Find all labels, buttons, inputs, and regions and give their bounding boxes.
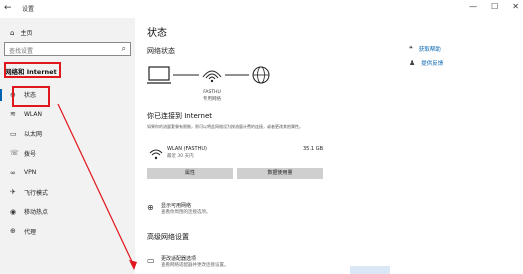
sidebar-item-vpn[interactable]: ∞ VPN [0, 163, 135, 183]
setting-title: 更改适配器选项 [161, 256, 197, 262]
sidebar-item-label: 代理 [24, 228, 37, 236]
give-feedback-link[interactable]: ♟ 提供反馈 [409, 56, 443, 70]
wlan-usage-row: WLAN (FASTHU) 最近 30 天内 35.1 GB [147, 146, 323, 164]
ethernet-icon: ▭ [10, 129, 17, 138]
setting-title: 显示可用网络 [161, 203, 192, 209]
airplane-icon: ✈ [10, 188, 16, 197]
show-available-networks[interactable]: ⊕ 显示可用网络 查看你周围的连接选项。 [147, 201, 347, 217]
get-help-link[interactable]: ❝ 获取帮助 [409, 42, 443, 56]
network-diagram: FASTHU 专用网络 [147, 66, 270, 102]
setting-subtitle: 查看网络适配器并更改连接设置。 [161, 263, 229, 268]
main-content: 状态 网络状态 FASTHU 专用网络 你已连接到 Internet 如果你的流… [135, 18, 523, 274]
back-arrow-icon[interactable]: ← [4, 3, 12, 13]
right-links: ❝ 获取帮助 ♟ 提供反馈 [409, 42, 443, 70]
home-icon: ⌂ [10, 28, 15, 37]
network-status-heading: 网络状态 [147, 47, 175, 55]
title-bar: ← 设置 — ☐ ✕ [0, 0, 523, 18]
adapter-icon: ▭ [147, 256, 155, 265]
network-type: 专用网络 [203, 95, 221, 102]
sidebar-item-label: 飞行模式 [24, 189, 49, 197]
connected-heading: 你已连接到 Internet [147, 112, 213, 120]
give-feedback-label: 提供反馈 [421, 61, 444, 67]
minimize-icon[interactable]: — [469, 2, 477, 11]
network-name: FASTHU [203, 89, 221, 95]
hotspot-icon: ◉ [10, 207, 17, 216]
advanced-heading: 高级网络设置 [147, 233, 189, 241]
pc-icon [147, 66, 171, 84]
dialup-icon: ☏ [10, 149, 19, 158]
search-icon[interactable]: ⌕ [122, 44, 126, 54]
feedback-person-icon: ♟ [409, 59, 416, 67]
wifi-status-icon [202, 70, 222, 83]
sidebar-item-label: 移动热点 [24, 209, 49, 217]
wifi-list-icon: ⊕ [147, 203, 154, 212]
data-usage-button[interactable]: 数据使用量 [237, 168, 323, 179]
search-input[interactable]: 查找设置 ⌕ [4, 42, 131, 56]
annotation-box-status [12, 86, 50, 107]
window-title: 设置 [22, 6, 35, 13]
change-adapter-options[interactable]: ▭ 更改适配器选项 查看网络适配器并更改连接设置。 [147, 254, 347, 270]
properties-button[interactable]: 属性 [147, 168, 233, 179]
connected-description: 如果你的流量套餐有限制，则可以将此网络设为按流量计费的连接，或者更改其他属性。 [147, 124, 303, 129]
nav-list: ⊕ 状态 ≋ WLAN ▭ 以太网 ☏ 拨号 ∞ VPN ✈ 飞行模式 ◉ 移动… [0, 85, 135, 241]
sidebar-item-wlan[interactable]: ≋ WLAN [0, 105, 135, 125]
sidebar-item-proxy[interactable]: ⊕ 代理 [0, 222, 135, 242]
sidebar-item-label: 拨号 [24, 150, 37, 158]
annotation-box-network [4, 62, 61, 78]
sidebar-item-home[interactable]: ⌂ 主页 [10, 28, 33, 38]
vpn-icon: ∞ [10, 168, 16, 177]
search-placeholder: 查找设置 [9, 48, 34, 55]
sidebar-item-label: 以太网 [24, 131, 43, 139]
page-title: 状态 [147, 28, 167, 39]
maximize-icon[interactable]: ☐ [491, 2, 498, 11]
setting-subtitle: 查看你周围的连接选项。 [161, 210, 211, 215]
wifi-icon: ≋ [10, 110, 16, 119]
window-controls: — ☐ ✕ [469, 2, 519, 11]
wlan-data-size: 35.1 GB [302, 146, 323, 152]
sidebar-item-label: VPN [24, 169, 37, 177]
sidebar-item-hotspot[interactable]: ◉ 移动热点 [0, 202, 135, 222]
wlan-period: 最近 30 天内 [167, 154, 194, 159]
wifi-icon [149, 149, 163, 160]
sidebar-item-label: 主页 [20, 30, 33, 37]
sidebar-item-label: WLAN [24, 110, 43, 118]
get-help-label: 获取帮助 [418, 47, 441, 53]
wlan-name: WLAN (FASTHU) [167, 146, 207, 152]
close-icon[interactable]: ✕ [512, 2, 519, 11]
bottom-decoration [350, 266, 390, 274]
sidebar-item-airplane[interactable]: ✈ 飞行模式 [0, 183, 135, 203]
sidebar: ⌂ 主页 查找设置 ⌕ 网络和 Internet ⊕ 状态 ≋ WLAN ▭ 以… [0, 18, 135, 274]
sidebar-item-dialup[interactable]: ☏ 拨号 [0, 144, 135, 164]
proxy-icon: ⊕ [10, 227, 16, 236]
help-chat-icon: ❝ [409, 45, 413, 53]
internet-globe-icon [252, 66, 270, 84]
sidebar-item-ethernet[interactable]: ▭ 以太网 [0, 124, 135, 144]
